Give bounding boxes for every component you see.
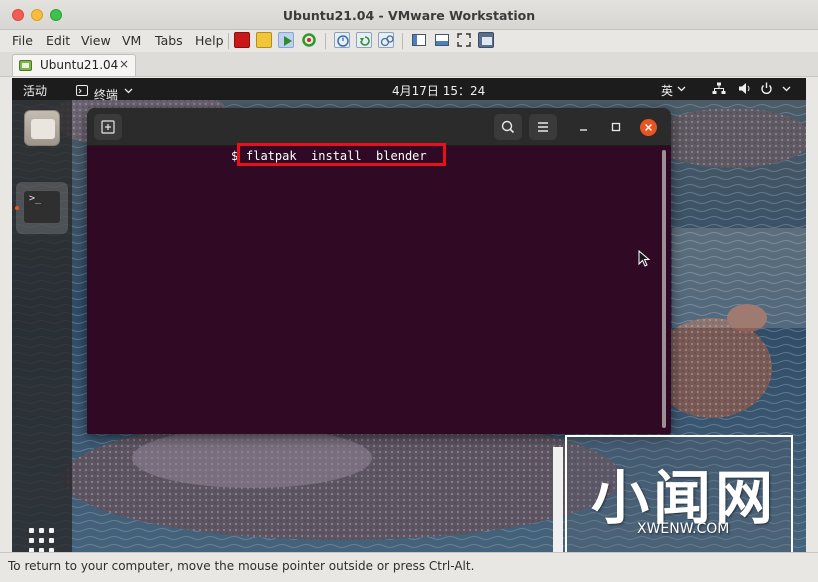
volume-icon[interactable]: [738, 82, 752, 95]
menu-button[interactable]: [529, 114, 557, 140]
app-menu-label: 终端: [93, 88, 118, 102]
console-view-icon[interactable]: [411, 32, 427, 48]
input-method-indicator[interactable]: 英: [661, 82, 673, 99]
window-layout-icon: [435, 34, 449, 46]
menu-tabs[interactable]: Tabs: [155, 33, 183, 48]
app-menu[interactable]: 终端: [76, 82, 133, 102]
menu-view[interactable]: View: [81, 33, 111, 48]
chevron-down-icon: [677, 86, 686, 92]
status-message: To return to your computer, move the mou…: [8, 559, 475, 573]
close-icon: [644, 123, 653, 132]
refresh-icon: [302, 33, 316, 47]
toolbar-separator: [402, 33, 403, 49]
dock: >_: [12, 100, 72, 552]
watermark-frame: 小闻网 XWENW.COM: [565, 435, 793, 557]
new-tab-button[interactable]: [94, 114, 122, 140]
tab-close-icon[interactable]: ×: [119, 57, 129, 71]
minimize-icon: [580, 129, 587, 131]
hamburger-menu-icon: [538, 122, 548, 132]
window-title: Ubuntu21.04 - VMware Workstation: [282, 8, 536, 23]
highlight-box: [237, 143, 446, 166]
menu-file[interactable]: File: [12, 33, 33, 48]
folder-icon: [31, 119, 55, 139]
power-icon[interactable]: [760, 82, 773, 95]
tab-ubuntu[interactable]: Ubuntu21.04 ×: [12, 54, 136, 76]
maximize-icon: [611, 122, 621, 132]
terminal-app-icon[interactable]: >_: [23, 190, 61, 224]
files-app-icon[interactable]: [24, 110, 60, 146]
watermark-url: XWENW.COM: [637, 521, 730, 537]
expand-icon: [457, 33, 471, 47]
toolbar-separator: [325, 33, 326, 49]
revert-icon: [360, 36, 370, 46]
activities-button[interactable]: 活动: [23, 82, 47, 99]
close-button[interactable]: [640, 119, 657, 136]
status-bar: To return to your computer, move the mou…: [0, 552, 818, 582]
search-icon: [501, 120, 515, 134]
sidebar-layout-icon: [412, 34, 426, 46]
terminal-icon: [76, 85, 88, 96]
revert-snapshot-icon[interactable]: [356, 32, 372, 48]
minimize-button[interactable]: [571, 114, 597, 140]
running-indicator: [15, 206, 19, 210]
play-icon: [284, 36, 292, 46]
mouse-pointer-icon: [638, 250, 651, 267]
power-icon[interactable]: [234, 32, 250, 48]
gnome-top-bar: 活动 终端 4月17日 15：24 英: [12, 78, 806, 102]
search-button[interactable]: [494, 114, 522, 140]
maximize-button[interactable]: [603, 114, 629, 140]
suspend-icon[interactable]: [256, 32, 272, 48]
vm-tab-strip: Ubuntu21.04 ×: [0, 52, 818, 77]
screen-icon: [482, 37, 492, 45]
window-titlebar: Ubuntu21.04 - VMware Workstation: [0, 0, 818, 30]
clock-icon: [337, 35, 349, 47]
menu-vm[interactable]: VM: [122, 33, 141, 48]
terminal-scrollbar[interactable]: [662, 150, 666, 428]
toolbar-separator: [228, 33, 229, 49]
resume-icon[interactable]: [278, 32, 294, 48]
new-tab-icon: [101, 120, 115, 134]
terminal-prompt-glyph: >_: [29, 193, 42, 204]
menu-help[interactable]: Help: [195, 33, 224, 48]
watermark: 小闻网 XWENW.COM: [553, 433, 796, 560]
snapshot-manager-icon: [380, 35, 394, 47]
menubar: File Edit View VM Tabs Help: [0, 30, 818, 52]
snapshot-icon[interactable]: [334, 32, 350, 48]
chevron-down-icon: [782, 86, 791, 92]
vm-icon: [19, 60, 32, 71]
show-applications-icon[interactable]: [29, 528, 55, 552]
terminal-window: $ flatpak install blender: [87, 108, 671, 434]
unity-icon[interactable]: [434, 32, 450, 48]
terminal-body[interactable]: $ flatpak install blender: [87, 143, 671, 434]
thumbnail-icon[interactable]: [478, 32, 494, 48]
clock[interactable]: 4月17日 15：24: [392, 82, 485, 99]
network-icon[interactable]: [712, 82, 726, 95]
tab-label: Ubuntu21.04: [40, 58, 119, 72]
fullscreen-icon[interactable]: [456, 32, 472, 48]
chevron-down-icon: [124, 88, 133, 94]
manage-snapshots-icon[interactable]: [378, 32, 394, 48]
watermark-side-strip: [553, 447, 563, 555]
menu-edit[interactable]: Edit: [46, 33, 70, 48]
terminal-headerbar: [87, 108, 671, 146]
reset-icon[interactable]: [301, 32, 317, 48]
